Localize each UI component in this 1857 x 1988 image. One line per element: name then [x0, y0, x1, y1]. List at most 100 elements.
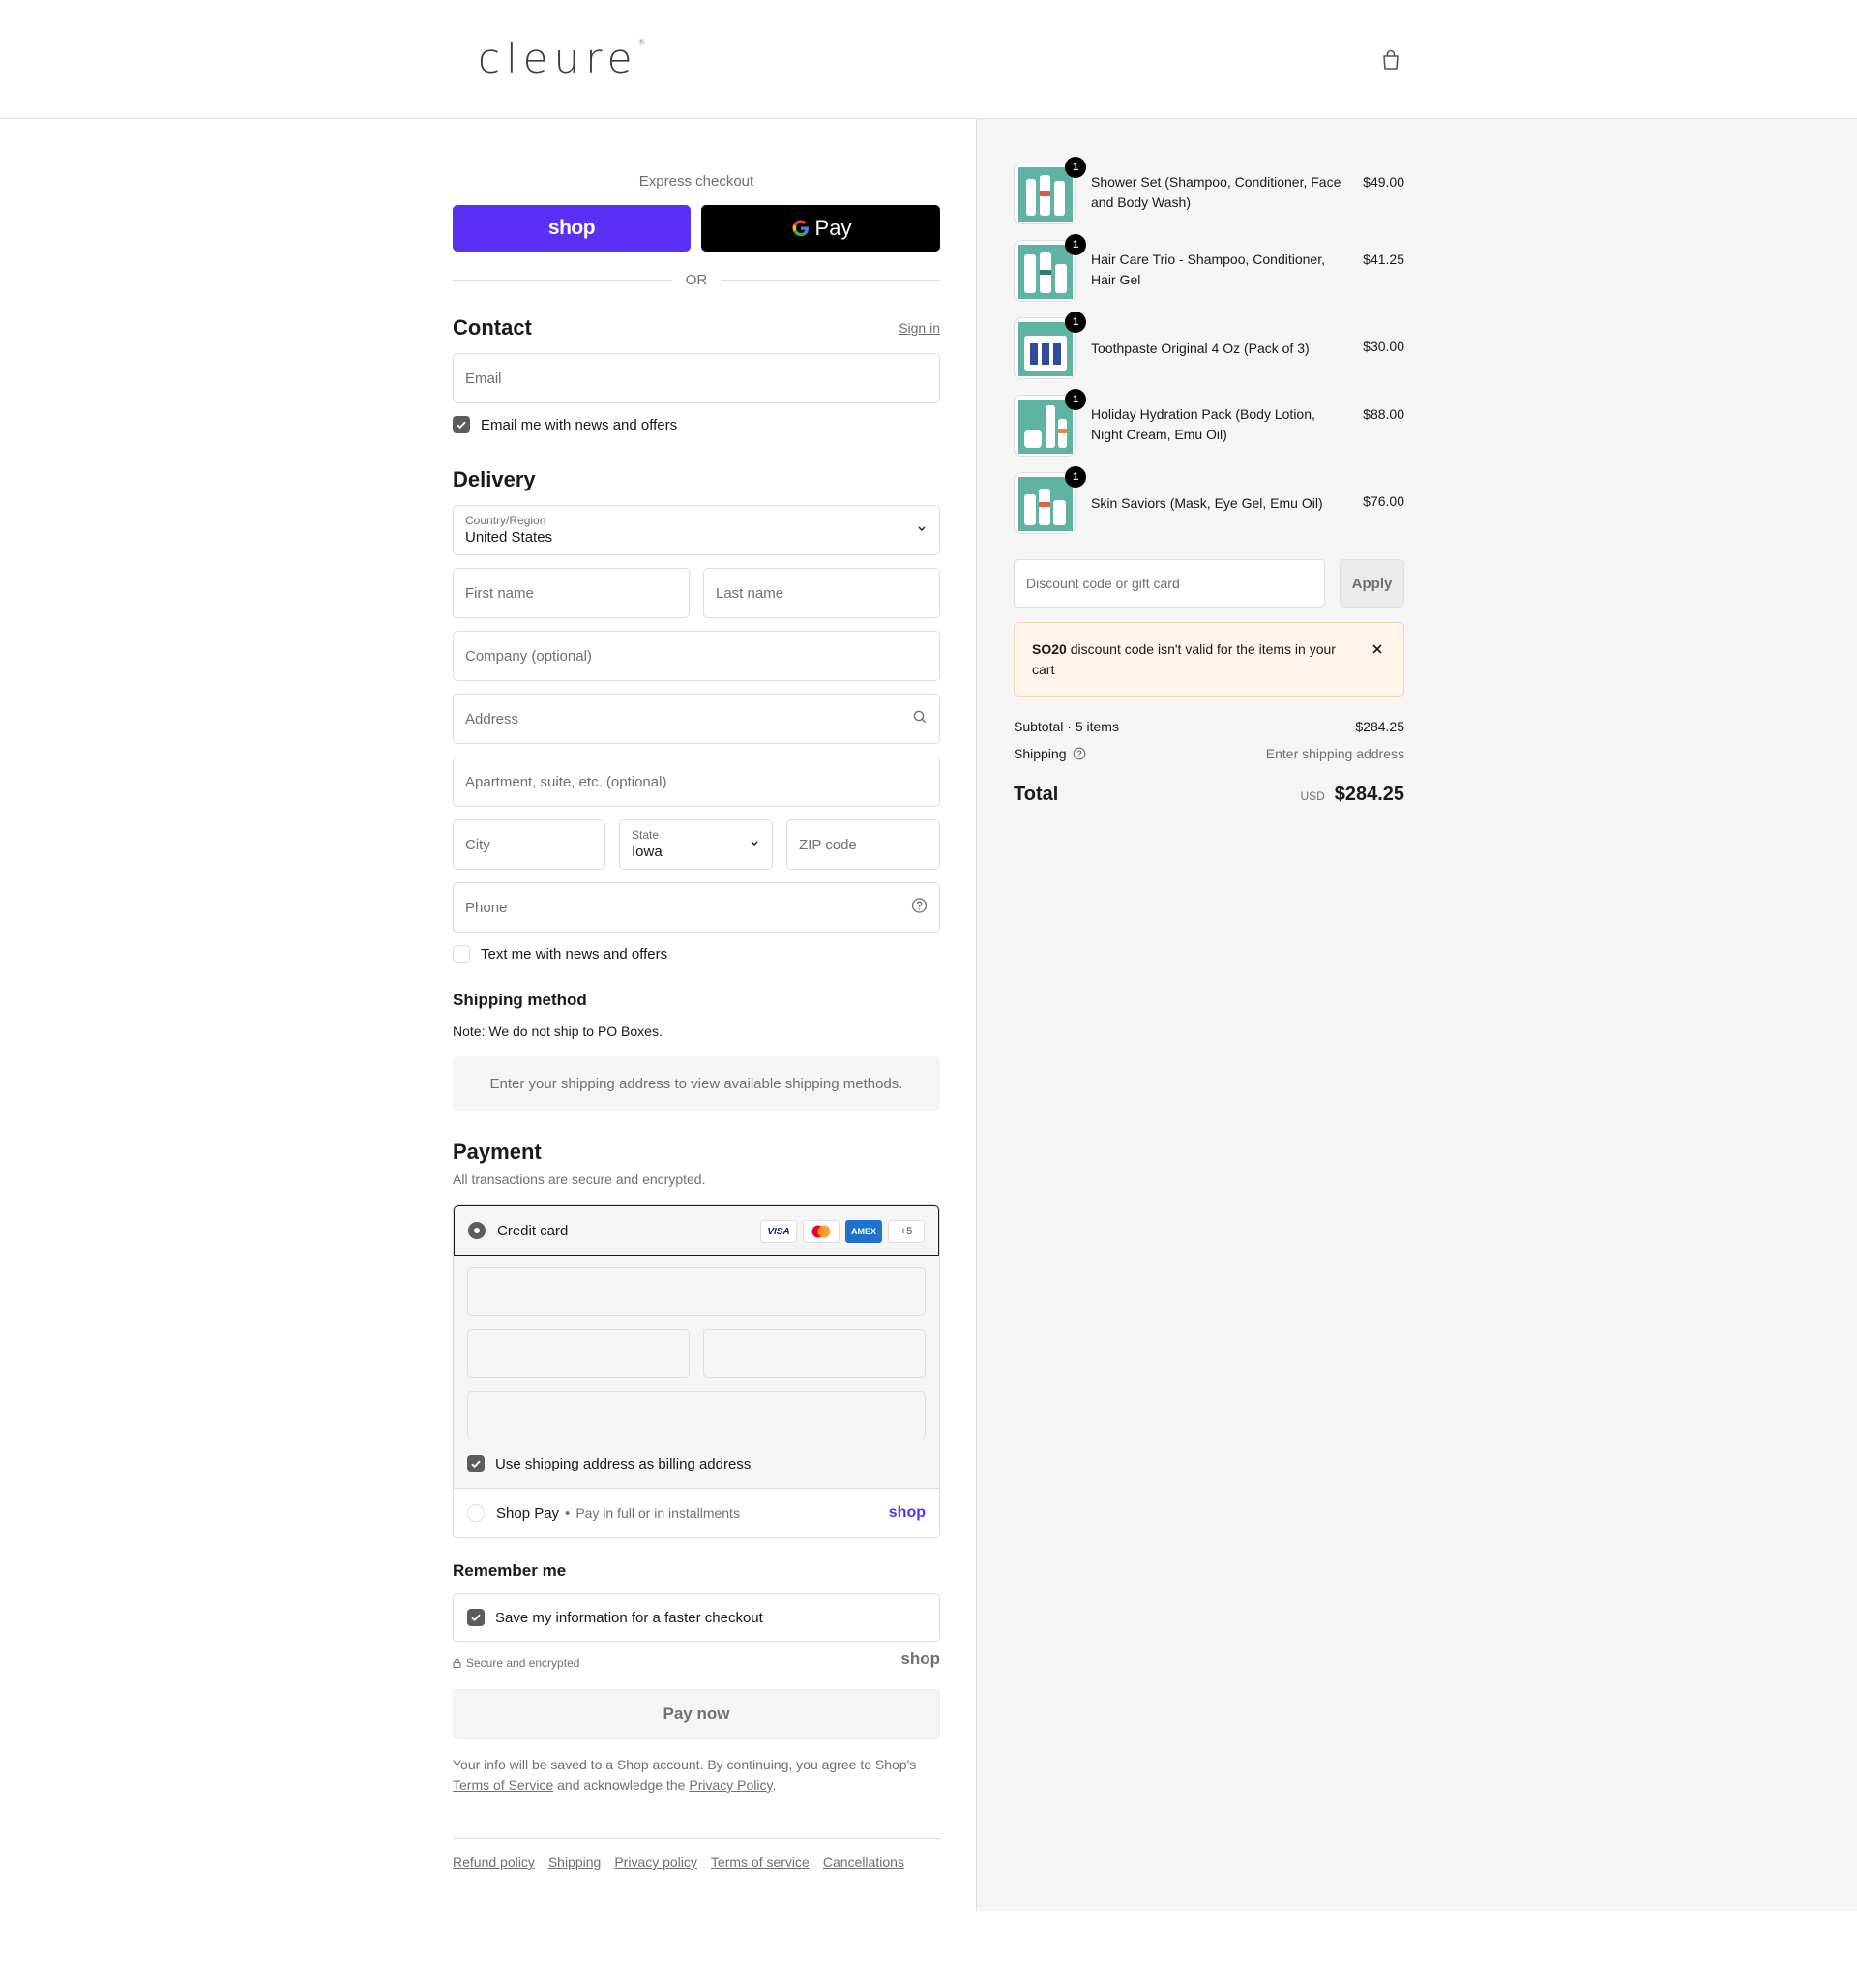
- cart-item: 1 Skin Saviors (Mask, Eye Gel, Emu Oil) …: [1014, 466, 1404, 536]
- privacy-policy-link[interactable]: Privacy Policy: [689, 1777, 772, 1793]
- newsletter-checkbox[interactable]: [453, 416, 470, 433]
- zip-field[interactable]: ZIP code: [786, 819, 940, 870]
- shop-pay-sub: Pay in full or in installments: [575, 1505, 740, 1521]
- billing-checkbox[interactable]: [467, 1455, 485, 1472]
- alert-text: discount code isn't valid for the items …: [1032, 641, 1336, 677]
- shop-pay-option[interactable]: Shop Pay • Pay in full or in installment…: [454, 1489, 939, 1537]
- address-field[interactable]: Address: [453, 694, 940, 744]
- visa-icon: VISA: [760, 1220, 797, 1243]
- brand-logo[interactable]: cleure®: [478, 35, 645, 82]
- email-field[interactable]: Email: [453, 353, 940, 403]
- remember-me-box[interactable]: Save my information for a faster checkou…: [453, 1593, 940, 1642]
- google-pay-button[interactable]: Pay: [701, 205, 940, 252]
- terms-text-3: .: [772, 1777, 777, 1793]
- save-info-checkbox[interactable]: [467, 1609, 485, 1626]
- pay-now-button[interactable]: Pay now: [453, 1689, 940, 1739]
- sms-checkbox[interactable]: [453, 945, 470, 963]
- credit-card-label: Credit card: [497, 1222, 569, 1239]
- cart-item: 1 Holiday Hydration Pack (Body Lotion, N…: [1014, 389, 1404, 459]
- shipping-link[interactable]: Shipping: [548, 1854, 602, 1870]
- sms-checkbox-row[interactable]: Text me with news and offers: [453, 945, 667, 963]
- terms-text-2: and acknowledge the: [557, 1777, 686, 1793]
- phone-placeholder: Phone: [465, 899, 508, 916]
- card-cvv-field[interactable]: [703, 1329, 926, 1378]
- first-name-field[interactable]: First name: [453, 568, 690, 618]
- country-value: United States: [465, 529, 553, 546]
- shop-pay-express-button[interactable]: shop: [453, 205, 691, 252]
- currency-code: USD: [1300, 789, 1325, 803]
- apartment-field[interactable]: Apartment, suite, etc. (optional): [453, 757, 940, 807]
- item-name: Toothpaste Original 4 Oz (Pack of 3): [1091, 341, 1310, 356]
- state-select[interactable]: State Iowa: [619, 819, 773, 870]
- chevron-down-icon: [749, 837, 760, 853]
- quantity-badge: 1: [1065, 234, 1086, 255]
- quantity-badge: 1: [1065, 389, 1086, 410]
- card-expiry-field[interactable]: [467, 1329, 690, 1378]
- quantity-badge: 1: [1065, 466, 1086, 488]
- close-icon[interactable]: [1369, 640, 1386, 658]
- newsletter-label: Email me with news and offers: [481, 416, 678, 433]
- shipping-row: Shipping Enter shipping address: [1014, 746, 1404, 761]
- phone-field[interactable]: Phone: [453, 882, 940, 933]
- terms-text-1: Your info will be saved to a Shop accoun…: [453, 1757, 917, 1772]
- quantity-badge: 1: [1065, 312, 1086, 333]
- item-price: $41.25: [1363, 252, 1404, 267]
- apartment-placeholder: Apartment, suite, etc. (optional): [465, 773, 667, 790]
- privacy-link[interactable]: Privacy policy: [614, 1854, 697, 1870]
- newsletter-checkbox-row[interactable]: Email me with news and offers: [453, 416, 677, 433]
- credit-card-radio[interactable]: [468, 1222, 486, 1239]
- apply-discount-button[interactable]: Apply: [1340, 559, 1404, 608]
- sign-in-link[interactable]: Sign in: [899, 320, 940, 336]
- item-name: Hair Care Trio - Shampoo, Conditioner, H…: [1091, 252, 1325, 287]
- sms-label: Text me with news and offers: [481, 945, 668, 963]
- item-price: $49.00: [1363, 174, 1404, 190]
- state-value: Iowa: [632, 844, 663, 860]
- company-field[interactable]: Company (optional): [453, 631, 940, 681]
- card-name-field[interactable]: [467, 1391, 926, 1439]
- subtotal-value: $284.25: [1355, 719, 1404, 734]
- payment-subtitle: All transactions are secure and encrypte…: [453, 1172, 706, 1187]
- express-checkout-label: Express checkout: [638, 173, 754, 190]
- zip-placeholder: ZIP code: [799, 836, 857, 853]
- remember-me-title: Remember me: [453, 1561, 567, 1580]
- cart-item: 1 Hair Care Trio - Shampoo, Conditioner,…: [1014, 234, 1404, 304]
- help-circle-icon[interactable]: [911, 898, 928, 918]
- discount-code-input[interactable]: Discount code or gift card: [1014, 559, 1325, 608]
- cancellations-link[interactable]: Cancellations: [823, 1854, 904, 1870]
- delivery-title: Delivery: [453, 467, 536, 491]
- email-placeholder: Email: [465, 370, 502, 387]
- country-select[interactable]: Country/Region United States: [453, 505, 940, 555]
- shipping-label: Shipping: [1014, 746, 1067, 761]
- total-label: Total: [1014, 784, 1059, 805]
- save-info-label: Save my information for a faster checkou…: [495, 1609, 763, 1626]
- help-circle-icon[interactable]: [1073, 747, 1086, 760]
- country-label: Country/Region: [465, 514, 546, 527]
- footer-divider: [453, 1838, 940, 1839]
- secure-label: Secure and encrypted: [466, 1656, 580, 1670]
- shop-pay-radio[interactable]: [467, 1504, 485, 1522]
- card-number-field[interactable]: [467, 1267, 926, 1316]
- search-icon: [912, 709, 928, 728]
- shop-pay-logo: shop: [888, 1504, 926, 1521]
- terms-of-service-link[interactable]: Terms of Service: [453, 1777, 553, 1793]
- city-field[interactable]: City: [453, 819, 605, 870]
- shipping-method-title: Shipping method: [453, 991, 587, 1009]
- chevron-down-icon: [916, 522, 928, 539]
- separator-dot: •: [565, 1504, 571, 1522]
- city-placeholder: City: [465, 836, 490, 853]
- credit-card-option[interactable]: Credit card VISA AMEX +5: [454, 1205, 939, 1256]
- item-name: Holiday Hydration Pack (Body Lotion, Nig…: [1091, 406, 1315, 442]
- cart-item: 1 Toothpaste Original 4 Oz (Pack of 3) $…: [1014, 312, 1404, 381]
- refund-policy-link[interactable]: Refund policy: [453, 1854, 535, 1870]
- billing-label: Use shipping address as billing address: [495, 1455, 752, 1472]
- item-price: $30.00: [1363, 339, 1404, 354]
- gpay-label: Pay: [814, 216, 852, 240]
- billing-checkbox-row[interactable]: Use shipping address as billing address: [467, 1455, 751, 1472]
- credit-card-form: Use shipping address as billing address: [454, 1256, 939, 1489]
- terms-link[interactable]: Terms of service: [711, 1854, 810, 1870]
- last-name-field[interactable]: Last name: [703, 568, 940, 618]
- cart-bag-icon[interactable]: [1377, 46, 1404, 74]
- subtotal-label: Subtotal · 5 items: [1014, 719, 1119, 734]
- footer-links: Refund policy Shipping Privacy policy Te…: [453, 1854, 904, 1870]
- payment-methods: Credit card VISA AMEX +5 Use shipping ad…: [453, 1204, 940, 1538]
